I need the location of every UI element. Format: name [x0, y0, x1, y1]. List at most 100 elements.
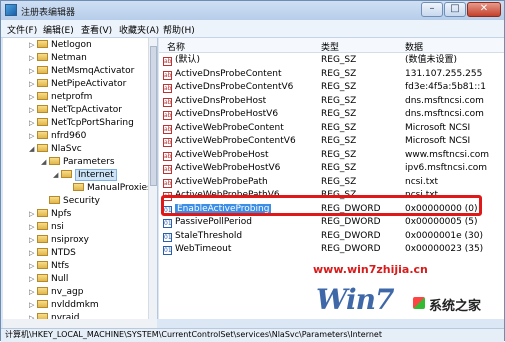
menu-help[interactable]: 帮助(H) — [163, 23, 195, 36]
expand-arrow-icon[interactable]: ▷ — [29, 247, 37, 260]
watermark-logo: Win7 — [316, 283, 394, 316]
string-value-icon: ab — [163, 151, 172, 161]
folder-icon — [37, 144, 48, 152]
expand-arrow-icon[interactable]: ▷ — [29, 104, 37, 117]
value-data: fd3e:4f5a:5b81::1 — [405, 82, 487, 92]
value-row[interactable]: ab ActiveWebProbeContentV6 REG_SZ Microsoft… — [159, 135, 504, 148]
tree-horizontal-scrollbar[interactable] — [3, 319, 157, 328]
tree-item[interactable]: ▷ Netman — [29, 52, 87, 65]
value-name: ActiveWebProbeHost — [175, 149, 269, 160]
value-row[interactable]: ab ActiveWebProbeContent REG_SZ Microsoft N… — [159, 122, 504, 135]
folder-icon — [37, 105, 48, 113]
menu-edit[interactable]: 编辑(E) — [43, 23, 74, 36]
value-type: REG_SZ — [321, 68, 357, 79]
value-row[interactable]: ab ActiveDnsProbeHostV6 REG_SZ dns.msftncsi… — [159, 108, 504, 121]
value-name: ActiveDnsProbeHost — [175, 95, 267, 106]
menu-view[interactable]: 查看(V) — [81, 23, 112, 36]
value-data: dns.msftncsi.com — [405, 109, 484, 119]
expand-arrow-icon[interactable]: ◢ — [41, 156, 49, 169]
tree-item[interactable]: ▷ NetTcpActivator — [29, 104, 122, 117]
tree-item[interactable]: ▷ Npfs — [29, 208, 71, 221]
tree-item[interactable]: ▷ nsi — [29, 221, 64, 234]
value-name: ActiveWebProbeContentV6 — [175, 136, 296, 146]
status-path: 计算机\HKEY_LOCAL_MACHINE\SYSTEM\CurrentCon… — [5, 330, 382, 339]
minimize-button[interactable]: – — [421, 2, 443, 17]
expand-arrow-icon[interactable]: ▷ — [29, 65, 37, 78]
expand-arrow-icon[interactable]: ◢ — [29, 143, 37, 156]
tree-item[interactable]: ▷ Null — [29, 273, 68, 286]
watermark-badge-icon — [413, 297, 425, 309]
expand-arrow-icon[interactable]: ▷ — [29, 78, 37, 91]
string-value-icon: ab — [163, 97, 172, 107]
expand-arrow-icon[interactable]: ▷ — [29, 234, 37, 247]
value-type: REG_SZ — [321, 55, 357, 65]
expand-arrow-icon[interactable]: ▷ — [29, 130, 37, 143]
value-name: ActiveWebProbeHostV6 — [175, 163, 281, 173]
value-name: WebTimeout — [175, 244, 232, 254]
column-data-header[interactable]: 数据 — [405, 40, 423, 53]
value-name-cell: 01 StaleThreshold — [163, 230, 242, 243]
value-row[interactable]: ab (默认) REG_SZ (数值未设置) — [159, 54, 504, 67]
column-name-header[interactable]: 名称 — [167, 40, 185, 53]
expand-arrow-icon[interactable]: ▷ — [29, 286, 37, 299]
expand-arrow-icon[interactable]: ▷ — [29, 260, 37, 273]
expand-arrow-icon[interactable]: ▷ — [29, 208, 37, 221]
tree-item[interactable]: ▷ NetMsmqActivator — [29, 65, 134, 78]
expand-arrow-icon[interactable]: ▷ — [29, 273, 37, 286]
tree-item[interactable]: ◢ Parameters — [41, 156, 115, 169]
value-row[interactable]: ab ActiveDnsProbeHost REG_SZ dns.msftncsi.c… — [159, 95, 504, 108]
string-value-icon: ab — [163, 57, 172, 66]
value-name: PassivePollPeriod — [175, 217, 252, 227]
tree-item[interactable]: ◢ NlaSvc — [29, 143, 82, 156]
expand-arrow-icon[interactable]: ▷ — [29, 299, 37, 312]
value-data: 0x00000023 (35) — [405, 244, 484, 254]
title-bar[interactable]: 注册表编辑器 – □ ✕ — [1, 1, 504, 20]
value-name: (默认) — [175, 55, 201, 65]
value-row[interactable]: ab ActiveDnsProbeContentV6 REG_SZ fd3e:4f5a… — [159, 81, 504, 94]
tree-item[interactable]: ▷ nvlddmkm — [29, 299, 99, 312]
close-button[interactable]: ✕ — [467, 2, 501, 17]
expand-arrow-icon[interactable]: ▷ — [29, 39, 37, 52]
value-type: REG_SZ — [321, 163, 357, 173]
value-row[interactable]: ab ActiveWebProbePath REG_SZ ncsi.txt — [159, 176, 504, 189]
scrollbar-thumb[interactable] — [150, 46, 157, 186]
column-type-header[interactable]: 类型 — [321, 40, 339, 53]
expand-arrow-icon[interactable]: ▷ — [29, 312, 37, 319]
tree-item-label: nvlddmkm — [51, 300, 99, 310]
expand-arrow-icon[interactable]: ◢ — [53, 169, 61, 182]
string-value-icon: ab — [163, 138, 172, 147]
tree-vertical-scrollbar[interactable] — [148, 38, 157, 319]
value-row[interactable]: 01 StaleThreshold REG_DWORD 0x0000001e (30) — [159, 230, 504, 243]
tree-item[interactable]: ▷ Ntfs — [29, 260, 69, 273]
tree-item[interactable]: ▷ nvraid — [29, 312, 79, 319]
tree-item[interactable]: ▷ NetPipeActivator — [29, 78, 126, 91]
tree-item[interactable]: ▷ NetTcpPortSharing — [29, 117, 134, 130]
tree-item[interactable]: ◢ Internet — [53, 169, 117, 182]
tree-item[interactable]: ▷ nv_agp — [29, 286, 83, 299]
menu-favorites[interactable]: 收藏夹(A) — [119, 23, 159, 36]
folder-icon — [73, 183, 84, 191]
tree-item[interactable]: ManualProxies — [65, 182, 152, 195]
value-row[interactable]: 01 WebTimeout REG_DWORD 0x00000023 (35) — [159, 243, 504, 256]
value-row[interactable]: ab ActiveWebProbeHost REG_SZ www.msftncsi.c… — [159, 149, 504, 162]
expand-arrow-icon[interactable]: ▷ — [29, 91, 37, 104]
folder-icon — [37, 131, 48, 139]
expand-arrow-icon[interactable]: ▷ — [29, 52, 37, 65]
value-type: REG_SZ — [321, 122, 357, 133]
expand-arrow-icon[interactable]: ▷ — [29, 221, 37, 234]
tree-item[interactable]: Security — [41, 195, 100, 208]
value-row[interactable]: ab ActiveDnsProbeContent REG_SZ 131.107.255… — [159, 68, 504, 81]
tree-item[interactable]: ▷ NTDS — [29, 247, 76, 260]
expand-arrow-icon[interactable]: ▷ — [29, 117, 37, 130]
menu-file[interactable]: 文件(F) — [7, 23, 37, 36]
value-row[interactable]: 01 PassivePollPeriod REG_DWORD 0x00000005 (… — [159, 216, 504, 229]
maximize-button[interactable]: □ — [444, 2, 466, 17]
tree-item[interactable]: ▷ netprofm — [29, 91, 92, 104]
value-name-cell: 01 WebTimeout — [163, 243, 231, 256]
tree-item[interactable]: ▷ nsiproxy — [29, 234, 89, 247]
tree-item[interactable]: ▷ Netlogon — [29, 39, 92, 52]
folder-icon — [37, 92, 48, 100]
tree-item[interactable]: ▷ nfrd960 — [29, 130, 86, 143]
value-row[interactable]: ab ActiveWebProbeHostV6 REG_SZ ipv6.msftncs… — [159, 162, 504, 175]
tree-item-label: nsiproxy — [51, 235, 89, 245]
